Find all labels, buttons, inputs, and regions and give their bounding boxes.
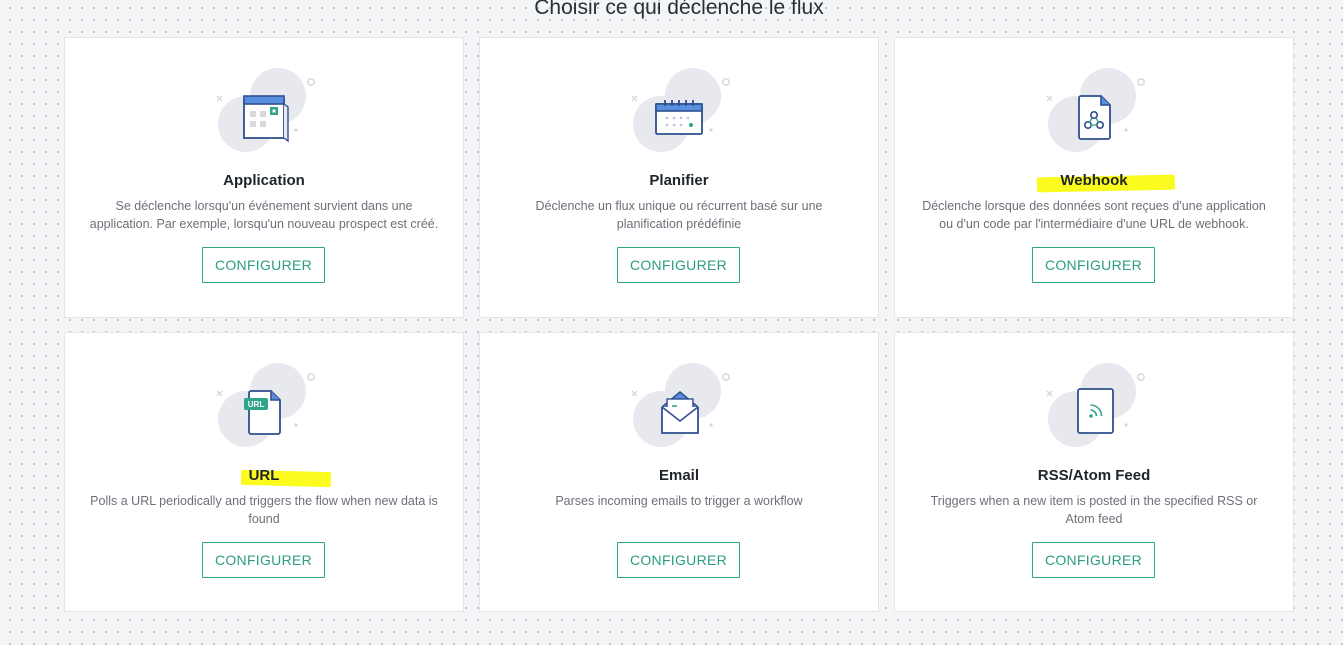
schedule-calendar-icon	[629, 64, 739, 164]
trigger-card-url[interactable]: URL URL Polls a URL periodically and tri…	[64, 332, 464, 612]
trigger-card-application[interactable]: Application Se déclenche lorsqu'un événe…	[64, 37, 464, 318]
card-title: Webhook	[895, 172, 1293, 193]
trigger-card-email[interactable]: Email Parses incoming emails to trigger …	[479, 332, 879, 612]
card-title: Planifier	[480, 172, 878, 190]
card-title-text: RSS/Atom Feed	[1037, 467, 1151, 484]
card-title-text: Planifier	[649, 172, 709, 189]
configure-button-webhook[interactable]: CONFIGURER	[1032, 247, 1155, 283]
configure-button-application[interactable]: CONFIGURER	[202, 247, 325, 283]
url-file-icon: URL	[214, 359, 324, 459]
card-description: Triggers when a new item is posted in th…	[930, 494, 1258, 526]
card-title: Application	[65, 172, 463, 190]
email-envelope-icon	[629, 359, 739, 459]
configure-button-email[interactable]: CONFIGURER	[617, 542, 740, 578]
rss-feed-icon	[1044, 359, 1154, 459]
trigger-card-webhook[interactable]: Webhook Déclenche lorsque des données so…	[894, 37, 1294, 318]
card-title-text: URL	[248, 467, 280, 484]
url-badge-text: URL	[248, 400, 265, 409]
card-description: Polls a URL periodically and triggers th…	[90, 494, 438, 526]
card-title-text: Email	[658, 467, 700, 484]
trigger-card-rss[interactable]: RSS/Atom Feed Triggers when a new item i…	[894, 332, 1294, 612]
card-title-text: Webhook	[1060, 172, 1128, 189]
page-title: Choisir ce qui déclenche le flux	[534, 0, 824, 19]
card-title-text: Application	[223, 172, 305, 189]
webhook-file-icon	[1044, 64, 1154, 164]
configure-button-schedule[interactable]: CONFIGURER	[617, 247, 740, 283]
configure-button-url[interactable]: CONFIGURER	[202, 542, 325, 578]
application-calendar-icon	[214, 64, 324, 164]
card-title: Email	[480, 467, 878, 485]
trigger-card-schedule[interactable]: Planifier Déclenche un flux unique ou ré…	[479, 37, 879, 318]
card-description: Déclenche lorsque des données sont reçue…	[922, 199, 1266, 231]
card-description: Parses incoming emails to trigger a work…	[555, 494, 803, 508]
card-title: RSS/Atom Feed	[895, 467, 1293, 485]
card-title: URL	[65, 467, 463, 488]
card-description: Déclenche un flux unique ou récurrent ba…	[535, 199, 823, 231]
card-description: Se déclenche lorsqu'un événement survien…	[89, 199, 439, 231]
configure-button-rss[interactable]: CONFIGURER	[1032, 542, 1155, 578]
trigger-card-grid: Application Se déclenche lorsqu'un événe…	[64, 37, 1294, 612]
